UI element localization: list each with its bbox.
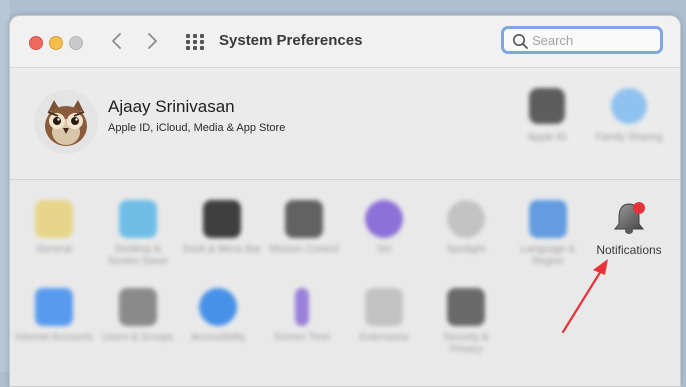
pref-label: Siri [376, 244, 392, 255]
screen-time-icon [295, 288, 309, 326]
account-subtitle[interactable]: Apple ID, iCloud, Media & App Store [108, 122, 285, 134]
apple-id-label: Apple ID [527, 132, 567, 143]
chevron-right-icon [148, 33, 157, 49]
spotlight-icon [447, 200, 485, 238]
pref-accessibility[interactable]: Accessibility [178, 288, 258, 344]
pref-label: Language & Region [521, 244, 575, 267]
forward-button[interactable] [143, 30, 161, 52]
pref-desktop-screen-saver[interactable]: Desktop & Screen Saver [98, 200, 178, 268]
pref-mission-control[interactable]: Mission Control [264, 200, 344, 256]
search-field[interactable] [501, 26, 663, 54]
pref-label: Screen Time [273, 332, 331, 343]
pref-general[interactable]: General [14, 200, 94, 256]
apple-id-pref[interactable]: Apple ID [512, 88, 582, 143]
pref-spotlight[interactable]: Spotlight [426, 200, 506, 256]
security-icon [447, 288, 485, 326]
pref-label: Users & Groups [102, 332, 174, 343]
minimize-button[interactable] [49, 36, 63, 50]
system-preferences-window: System Preferences Search Ajaay Srinivas… [9, 15, 681, 387]
family-sharing-pref[interactable]: Family Sharing [594, 88, 664, 143]
pref-label: Accessibility [190, 332, 246, 343]
owl-avatar-icon [34, 90, 98, 154]
notification-badge [633, 202, 645, 214]
search-input[interactable] [532, 29, 658, 51]
users-icon [119, 288, 157, 326]
show-all-grid-icon[interactable] [186, 34, 204, 50]
pref-label: Dock & Menu Bar [182, 244, 262, 255]
extensions-icon [365, 288, 403, 326]
account-name[interactable]: Ajaay Srinivasan [108, 97, 235, 117]
back-button[interactable] [108, 30, 126, 52]
pref-dock-menu-bar[interactable]: Dock & Menu Bar [182, 200, 262, 256]
apple-id-icon [529, 88, 565, 124]
mission-control-icon [285, 200, 323, 238]
pref-label: Mission Control [269, 244, 339, 255]
siri-icon [365, 200, 403, 238]
pref-label: General [36, 244, 72, 255]
pref-label: Desktop & Screen Saver [107, 244, 169, 267]
pref-label: Spotlight [446, 244, 486, 255]
desktop-icon [119, 200, 157, 238]
chevron-left-icon [112, 33, 121, 49]
pref-language-region[interactable]: Language & Region [508, 200, 588, 268]
pref-notifications[interactable]: Notifications [589, 200, 669, 256]
search-icon [513, 34, 528, 49]
language-icon [529, 200, 567, 238]
pref-security-privacy[interactable]: Security & Privacy [426, 288, 506, 356]
pref-screen-time[interactable]: Screen Time [262, 288, 342, 344]
family-sharing-label: Family Sharing [595, 132, 663, 143]
pref-users-groups[interactable]: Users & Groups [98, 288, 178, 344]
accessibility-icon [199, 288, 237, 326]
zoom-button[interactable] [69, 36, 83, 50]
account-section: Ajaay Srinivasan Apple ID, iCloud, Media… [10, 68, 680, 180]
pref-label: Extensions [359, 332, 409, 343]
avatar[interactable] [34, 90, 98, 154]
family-sharing-icon [611, 88, 647, 124]
pref-siri[interactable]: Siri [344, 200, 424, 256]
pref-internet-accounts[interactable]: Internet Accounts [14, 288, 94, 344]
dock-icon [203, 200, 241, 238]
pref-label: Notifications [596, 243, 662, 257]
pref-extensions[interactable]: Extensions [344, 288, 424, 344]
bell-icon [613, 202, 645, 234]
pref-label: Internet Accounts [15, 332, 93, 343]
internet-accounts-icon [35, 288, 73, 326]
window-title: System Preferences [219, 32, 363, 49]
pref-label: Security & Privacy [443, 332, 489, 355]
close-button[interactable] [29, 36, 43, 50]
preferences-grid: General Desktop & Screen Saver Dock & Me… [10, 180, 680, 386]
general-icon [35, 200, 73, 238]
title-bar: System Preferences [10, 16, 680, 68]
